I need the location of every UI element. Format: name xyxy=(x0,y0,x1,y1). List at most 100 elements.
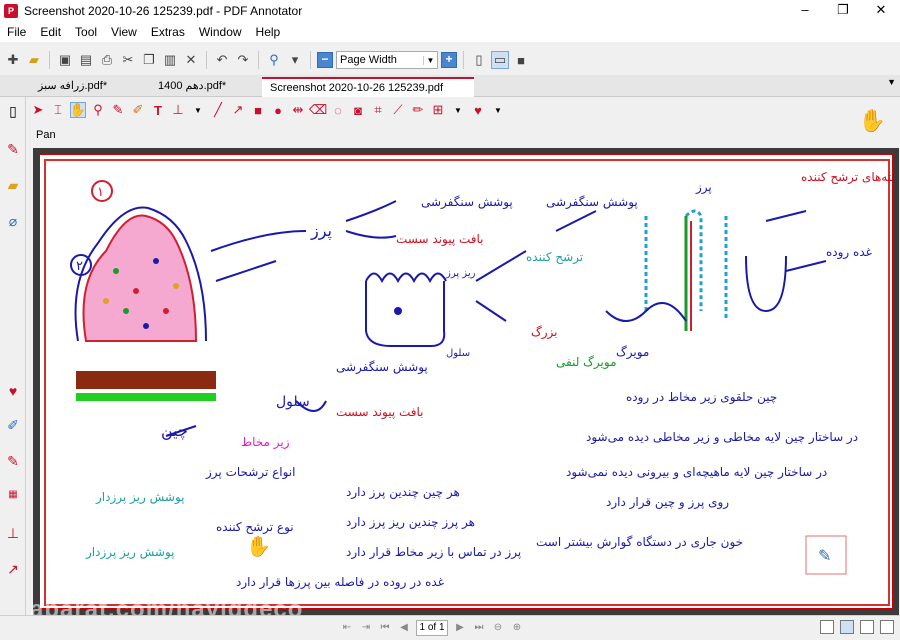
single-page-view-icon[interactable] xyxy=(820,620,834,634)
menu-bar: File Edit Tool View Extras Window Help xyxy=(0,22,900,42)
pencil-icon[interactable]: ✐ xyxy=(4,417,22,435)
highlighter-icon[interactable]: ✎ xyxy=(4,453,22,471)
new-icon[interactable]: ✚ xyxy=(4,51,22,69)
title-bar: P Screenshot 2020-10-26 125239.pdf - PDF… xyxy=(0,0,900,22)
folder-icon[interactable]: ▰ xyxy=(4,177,22,195)
close-icon[interactable]: ✕ xyxy=(862,0,900,22)
open-folder-icon[interactable]: ▰ xyxy=(25,51,43,69)
forward-icon[interactable]: ⇥ xyxy=(359,621,373,635)
history-back-icon[interactable]: ⊖ xyxy=(491,621,505,635)
save-as-icon[interactable]: ▤ xyxy=(77,51,95,69)
last-page-icon[interactable]: ⏭ xyxy=(472,621,486,635)
chevron-down-icon[interactable]: ▼ xyxy=(450,102,466,118)
eraser-tool-icon[interactable]: ⌫ xyxy=(309,102,327,118)
zoom-select[interactable]: Page Width ▼ xyxy=(336,51,438,69)
note-bottom-right-5: خون جاری در دستگاه گوارش بیشتر است xyxy=(536,535,743,550)
villus-drawing: ۱ ۲ xyxy=(70,180,216,401)
rectangle-tool-icon[interactable]: ■ xyxy=(250,102,266,118)
app-icon: P xyxy=(4,4,18,18)
menu-window[interactable]: Window xyxy=(192,25,249,39)
fit-width-icon[interactable]: ▭ xyxy=(491,51,509,69)
arrow-icon[interactable]: ↗ xyxy=(4,561,22,579)
save-icon[interactable]: ▣ xyxy=(56,51,74,69)
measure-tool-icon[interactable]: ⇹ xyxy=(290,102,306,118)
redo-icon[interactable]: ↷ xyxy=(234,51,252,69)
menu-tool[interactable]: Tool xyxy=(68,25,104,39)
tool-mode-label: Pan xyxy=(36,129,56,141)
favorites-heart-icon[interactable]: ♥ xyxy=(470,102,486,118)
maximize-icon[interactable]: ❐ xyxy=(824,0,862,22)
text-tool-icon[interactable]: T xyxy=(150,102,166,118)
stamp-tool-icon[interactable]: ⊥ xyxy=(170,102,186,118)
back-icon[interactable]: ⇤ xyxy=(340,621,354,635)
camera-tool-icon[interactable]: ◙ xyxy=(350,102,366,118)
separator xyxy=(258,51,259,69)
pen-tool-icon[interactable]: ✎ xyxy=(110,102,126,118)
ruler-tool-icon[interactable]: ⟋ xyxy=(390,102,406,118)
pan-hand-icon[interactable]: ✋ xyxy=(70,102,86,118)
tabs-dropdown-icon[interactable]: ▼ xyxy=(887,77,896,87)
copy-icon[interactable]: ❐ xyxy=(140,51,158,69)
crop-tool-icon[interactable]: ⌗ xyxy=(370,102,386,118)
page-thumb-icon[interactable]: ▯ xyxy=(4,103,22,121)
note-center-2: سلول xyxy=(276,394,310,410)
arrow-tool-icon[interactable]: ↗ xyxy=(230,102,246,118)
menu-extras[interactable]: Extras xyxy=(144,25,192,39)
label-2: ۲ xyxy=(76,259,83,274)
note-bottom-center-2: هر پرز چندین ریز پرز دارد xyxy=(346,515,475,530)
pen-icon[interactable]: ✎ xyxy=(4,141,22,159)
note-bottom-center-1: هر چین چندین پرز دارد xyxy=(346,485,460,500)
two-page-view-icon[interactable] xyxy=(860,620,874,634)
undo-icon[interactable]: ↶ xyxy=(213,51,231,69)
tab-document-2[interactable]: 1400 دهم.pdf* xyxy=(150,77,234,97)
note-top-left-1: پوشش سنگفرشی xyxy=(421,195,513,210)
options-icon[interactable]: ▾ xyxy=(286,51,304,69)
ellipse-tool-icon[interactable]: ● xyxy=(270,102,286,118)
chevron-down-icon[interactable]: ▼ xyxy=(423,55,437,65)
minimize-icon[interactable]: – xyxy=(786,0,824,22)
find-icon[interactable]: ⚲ xyxy=(265,51,283,69)
pdf-page[interactable]: ۱ ۲ پوشش سنگفرشی پرز بافت پیوند سست ریز … xyxy=(39,154,900,609)
continuous-view-icon[interactable] xyxy=(840,620,854,634)
favorite-heart-icon[interactable]: ♥ xyxy=(4,383,22,401)
chevron-down-icon[interactable]: ▼ xyxy=(490,102,506,118)
menu-view[interactable]: View xyxy=(104,25,144,39)
cut-icon[interactable]: ✂ xyxy=(119,51,137,69)
zoom-value: Page Width xyxy=(340,54,397,66)
page-number-input[interactable]: 1 of 1 xyxy=(416,620,448,636)
note-bottom-center-4: غده در روده در فاصله بین پرزها قرار دارد xyxy=(236,575,444,590)
menu-edit[interactable]: Edit xyxy=(33,25,68,39)
first-page-icon[interactable]: ⏮ xyxy=(378,621,392,635)
two-page-continuous-view-icon[interactable] xyxy=(880,620,894,634)
line-tool-icon[interactable]: ╱ xyxy=(210,102,226,118)
paste-icon[interactable]: ▥ xyxy=(161,51,179,69)
fullscreen-icon[interactable]: ■ xyxy=(512,51,530,69)
insert-tool-icon[interactable]: ⊞ xyxy=(430,102,446,118)
print-icon[interactable]: ⎙ xyxy=(98,51,116,69)
tab-document-3[interactable]: Screenshot 2020-10-26 125239.pdf xyxy=(262,77,474,97)
select-text-icon[interactable]: ⌶ xyxy=(50,102,66,118)
attachment-icon[interactable]: ⌀ xyxy=(4,213,22,231)
chevron-down-icon[interactable]: ▼ xyxy=(190,102,206,118)
lasso-tool-icon[interactable]: ◌ xyxy=(330,102,346,118)
delete-icon[interactable]: ✕ xyxy=(182,51,200,69)
annotation-layer: ۱ ۲ پوشش سنگفرشی پرز بافت پیوند سست ریز … xyxy=(70,170,900,590)
history-forward-icon[interactable]: ⊕ xyxy=(510,621,524,635)
document-canvas[interactable]: ۱ ۲ پوشش سنگفرشی پرز بافت پیوند سست ریز … xyxy=(33,148,900,615)
chart-icon[interactable]: ▦ xyxy=(4,489,22,507)
fit-page-icon[interactable]: ▯ xyxy=(470,51,488,69)
note-right-mid-1: مویرگ xyxy=(616,345,649,360)
note-right-top-1: پوشش سنگفرشی xyxy=(546,195,638,210)
zoom-out-button[interactable]: − xyxy=(317,52,333,68)
marker-tool-icon[interactable]: ✐ xyxy=(130,102,146,118)
tab-document-1[interactable]: زرافه سبز.pdf* xyxy=(30,77,115,97)
select-arrow-icon[interactable]: ➤ xyxy=(30,102,46,118)
menu-file[interactable]: File xyxy=(0,25,33,39)
magnifier-icon[interactable]: ⚲ xyxy=(90,102,106,118)
pencil-tool-icon[interactable]: ✏ xyxy=(410,102,426,118)
stamp-icon[interactable]: ⊥ xyxy=(4,525,22,543)
prev-page-icon[interactable]: ◀ xyxy=(397,621,411,635)
zoom-in-button[interactable]: + xyxy=(441,52,457,68)
menu-help[interactable]: Help xyxy=(249,25,288,39)
next-page-icon[interactable]: ▶ xyxy=(453,621,467,635)
